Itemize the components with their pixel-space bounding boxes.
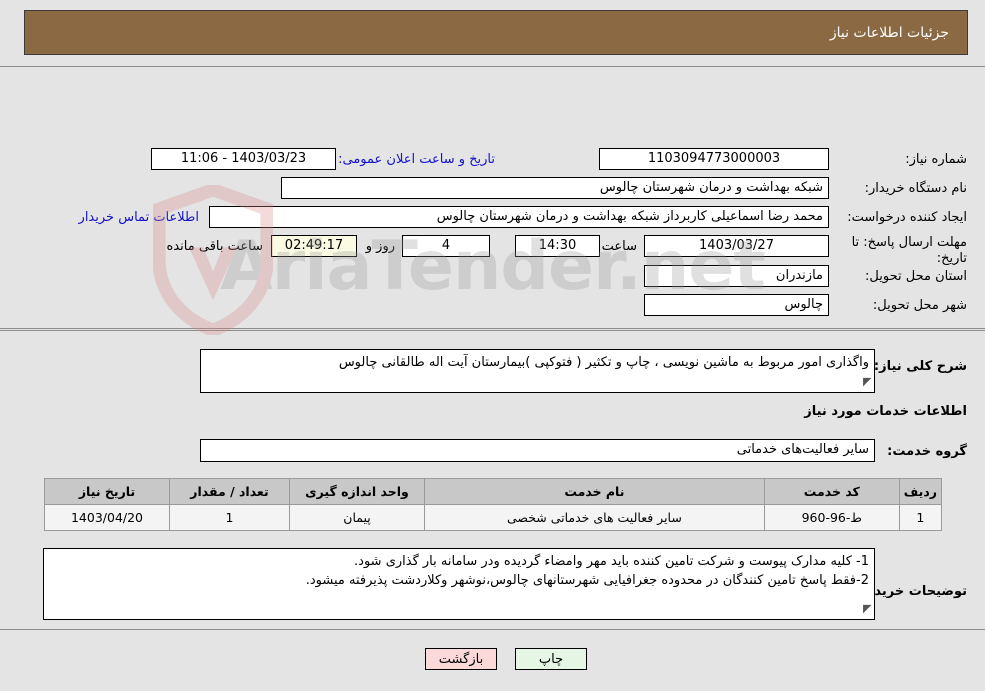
announce-datetime-label: تاریخ و ساعت اعلان عمومی: xyxy=(338,152,495,167)
col-qty: تعداد / مقدار xyxy=(169,478,290,505)
city-label: شهر محل تحویل: xyxy=(872,298,967,313)
page-root: جزئیات اطلاعات نیاز شماره نیاز: 11030947… xyxy=(0,0,985,691)
service-group-value: سایر فعالیت‌های خدماتی xyxy=(200,439,875,462)
resize-grip-icon-notes[interactable]: ◥ xyxy=(863,599,871,618)
cell-qty: 1 xyxy=(169,504,290,531)
col-code: کد خدمت xyxy=(763,478,900,505)
deadline-countdown: 02:49:17 xyxy=(271,235,357,257)
deadline-days: 4 xyxy=(402,235,490,257)
page-title: جزئیات اطلاعات نیاز xyxy=(24,10,968,55)
back-button[interactable]: بازگشت xyxy=(425,648,497,670)
deadline-time-label: ساعت xyxy=(601,239,637,254)
requester-value: محمد رضا اسماعیلی کاربرداز شبکه بهداشت و… xyxy=(209,206,829,228)
announce-datetime-value: 1403/03/23 - 11:06 xyxy=(151,148,336,170)
cell-code: ط-96-960 xyxy=(763,504,900,531)
resize-grip-icon[interactable]: ◥ xyxy=(863,372,871,391)
deadline-countdown-label: ساعت باقی مانده xyxy=(166,239,263,254)
general-desc-label: شرح کلی نیاز: xyxy=(873,359,967,374)
deadline-date: 1403/03/27 xyxy=(644,235,829,257)
services-table: ردیف کد خدمت نام خدمت واحد اندازه گیری ت… xyxy=(44,478,943,531)
deadline-time: 14:30 xyxy=(515,235,600,257)
cell-date: 1403/04/20 xyxy=(44,504,170,531)
col-name: نام خدمت xyxy=(424,478,765,505)
col-row: ردیف xyxy=(898,478,943,505)
city-value: چالوس xyxy=(644,294,829,316)
buyer-note-line-1: 1- کلیه مدارک پیوست و شرکت تامین کننده ب… xyxy=(354,554,869,569)
buyer-note-line-2: 2-فقط پاسخ تامین کنندگان در محدوده جغراف… xyxy=(305,573,869,588)
general-desc-textarea[interactable]: واگذاری امور مربوط به ماشین نویسی ، چاپ … xyxy=(200,349,875,393)
buyer-contact-link[interactable]: اطلاعات تماس خریدار xyxy=(79,210,199,225)
need-number-value: 1103094773000003 xyxy=(599,148,829,170)
cell-unit: پیمان xyxy=(289,504,425,531)
province-label: استان محل تحویل: xyxy=(865,269,967,284)
deadline-label: مهلت ارسال پاسخ: تا تاریخ: xyxy=(851,235,967,266)
buyer-notes-textarea[interactable]: 1- کلیه مدارک پیوست و شرکت تامین کننده ب… xyxy=(43,548,875,620)
services-heading: اطلاعات خدمات مورد نیاز xyxy=(804,404,967,419)
need-number-label: شماره نیاز: xyxy=(905,152,967,167)
deadline-days-label: روز و xyxy=(365,239,395,254)
province-value: مازندران xyxy=(644,265,829,287)
buyer-org-value: شبکه بهداشت و درمان شهرستان چالوس xyxy=(281,177,829,199)
need-info-panel: شماره نیاز: 1103094773000003 تاریخ و ساع… xyxy=(0,66,985,377)
requester-label: ایجاد کننده درخواست: xyxy=(847,210,967,225)
general-desc-value: واگذاری امور مربوط به ماشین نویسی ، چاپ … xyxy=(338,355,869,370)
buyer-org-label: نام دستگاه خریدار: xyxy=(864,181,967,196)
col-unit: واحد اندازه گیری xyxy=(289,478,425,505)
table-row: 1 ط-96-960 سایر فعالیت های خدماتی شخصی پ… xyxy=(44,504,943,531)
cell-row: 1 xyxy=(898,504,943,531)
print-button[interactable]: چاپ xyxy=(515,648,587,670)
col-date: تاریخ نیاز xyxy=(44,478,170,505)
table-header-row: ردیف کد خدمت نام خدمت واحد اندازه گیری ت… xyxy=(44,478,943,505)
service-group-label: گروه خدمت: xyxy=(887,444,967,459)
cell-name: سایر فعالیت های خدماتی شخصی xyxy=(424,504,765,531)
